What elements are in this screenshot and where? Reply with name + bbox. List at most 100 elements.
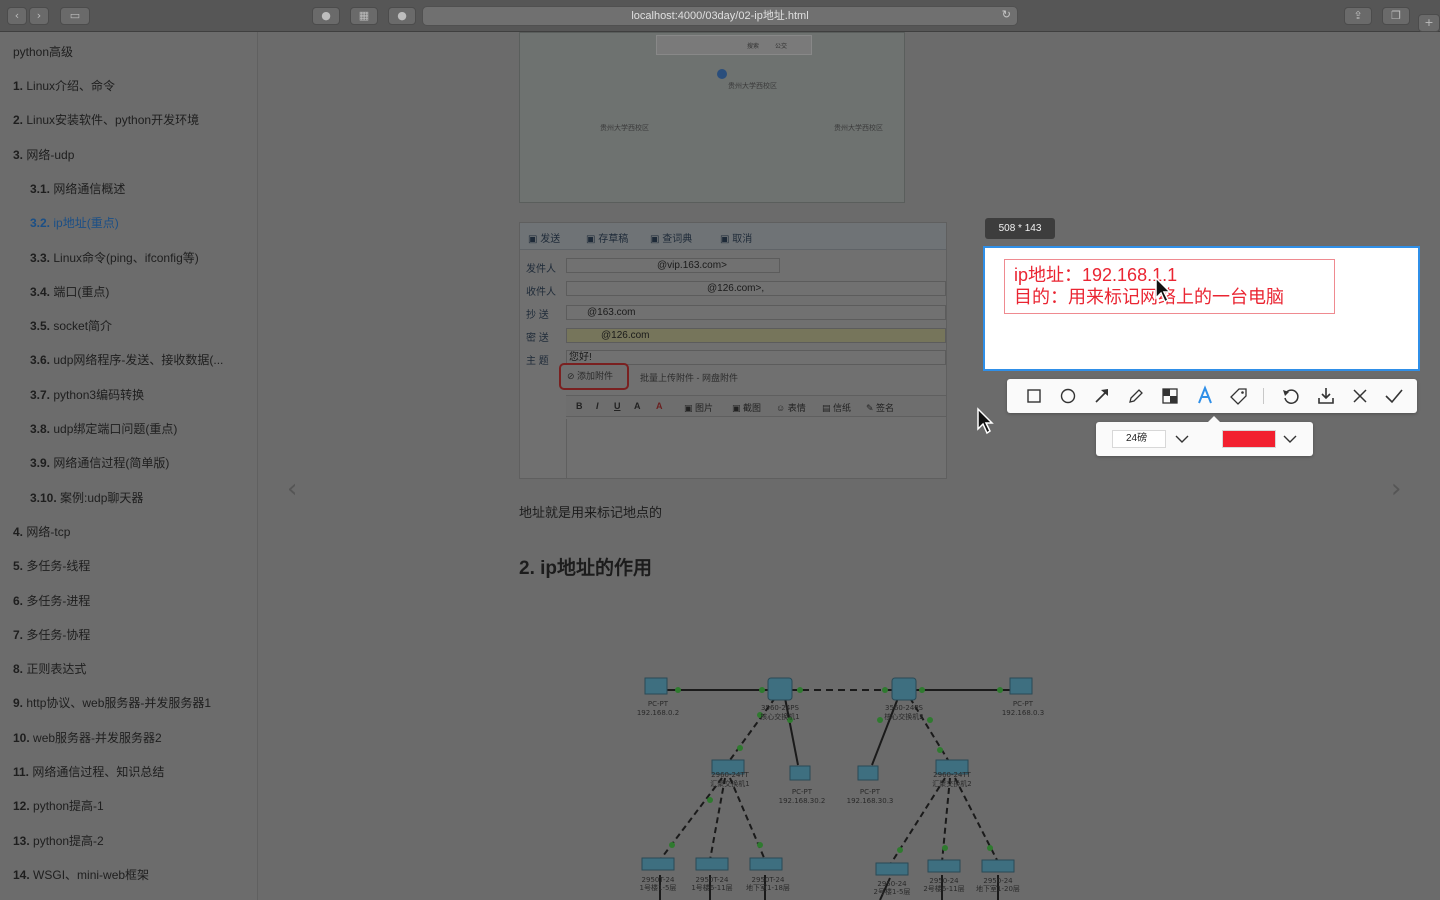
forward-button[interactable]: › xyxy=(29,7,49,25)
back-icon: ‹ xyxy=(14,9,20,22)
sidebar-item[interactable]: 3.2. ip地址(重点) xyxy=(30,214,119,231)
sidebar-item[interactable]: 10. web服务器-并发服务器2 xyxy=(13,729,162,746)
image-tool: ▣ 图片 xyxy=(684,403,714,413)
extension-button-1[interactable]: ● xyxy=(312,7,340,25)
share-button[interactable]: ⇪ xyxy=(1344,7,1372,25)
core-switch-device xyxy=(891,677,917,701)
tabs-button[interactable]: ❐ xyxy=(1382,7,1410,25)
node-label: 2950-24 xyxy=(929,877,959,885)
mail-cc-field: @163.com xyxy=(566,305,946,320)
screenshot-tool: ▣ 截图 xyxy=(732,403,762,413)
mail-cc-label: 抄 送 xyxy=(526,310,549,321)
mail-attach-button: ⊘ 添加附件 xyxy=(559,363,629,390)
node-label: 2960-24TT xyxy=(933,771,971,779)
sidebar-item[interactable]: 3.1. 网络通信概述 xyxy=(30,180,125,197)
sidebar-item[interactable]: 3.6. udp网络程序-发送、接收数据(... xyxy=(30,351,223,368)
access-switch-device xyxy=(749,857,783,871)
extension-button-2[interactable]: ▦ xyxy=(350,7,378,25)
sidebar-title[interactable]: python高级 xyxy=(13,43,73,60)
underline-icon: U xyxy=(614,401,621,411)
node-label: 1号楼6-11层 xyxy=(691,883,732,892)
sidebar-item[interactable]: 3.9. 网络通信过程(简单版) xyxy=(30,454,169,471)
sidebar-item[interactable]: 13. python提高-2 xyxy=(13,832,104,849)
mail-compose-image: ▣ 发送 ▣ 存草稿 ▣ 查词典 ▣ 取消 发件人 @vip.163.com> … xyxy=(519,222,947,479)
node-label: 192.168.30.2 xyxy=(779,797,826,805)
node-label: PC-PT xyxy=(1013,700,1034,708)
node-label: 核心交换机1 xyxy=(760,712,799,721)
map-label: 贵州大学西校区 xyxy=(728,83,777,90)
sidebar-item[interactable]: 6. 多任务-进程 xyxy=(13,592,90,609)
sidebar-item[interactable]: 8. 正则表达式 xyxy=(13,660,86,677)
node-label: 汇聚交换机1 xyxy=(710,779,749,788)
mail-cancel: ▣ 取消 xyxy=(720,234,753,245)
extension-button-3[interactable]: ● xyxy=(388,7,416,25)
sidebar-item[interactable]: 1. Linux介绍、命令 xyxy=(13,77,115,94)
mosaic-icon[interactable] xyxy=(1159,385,1181,407)
link-dot xyxy=(987,845,993,851)
browser-toolbar: ‹ › ▭ ● ▦ ● ≡ localhost:4000/03day/02-ip… xyxy=(0,0,1440,32)
pen-icon[interactable] xyxy=(1125,385,1147,407)
prev-page-icon[interactable]: ‹ xyxy=(287,474,297,504)
node-label: PC-PT xyxy=(860,788,881,796)
capture-region[interactable]: ip地址：192.168.1.1 目的：用来标记网络上的一台电脑 xyxy=(983,246,1420,371)
link-dot xyxy=(919,687,925,693)
access-switch-device xyxy=(927,859,961,873)
sidebar-toggle-button[interactable]: ▭ xyxy=(60,7,90,25)
link-dot xyxy=(927,717,933,723)
arrow-icon[interactable] xyxy=(1091,385,1113,407)
url-text: localhost:4000/03day/02-ip地址.html xyxy=(631,10,809,22)
text-icon[interactable] xyxy=(1194,385,1216,407)
core-switch-device xyxy=(767,677,793,701)
font-size-icon: A xyxy=(634,401,641,411)
mail-bcc-field: @126.com xyxy=(566,328,946,343)
tag-icon[interactable] xyxy=(1228,385,1250,407)
sidebar-item[interactable]: 12. python提高-1 xyxy=(13,797,104,814)
content-paragraph: 地址就是用来标记地点的 xyxy=(519,505,663,520)
link-dot xyxy=(707,797,713,803)
sidebar-item[interactable]: 2. Linux安装软件、python开发环境 xyxy=(13,111,199,128)
sidebar-item[interactable]: 3.4. 端口(重点) xyxy=(30,283,109,300)
sidebar-item[interactable]: 3.3. Linux命令(ping、ifconfig等) xyxy=(30,249,199,266)
pc-device xyxy=(644,677,668,695)
pc-device xyxy=(857,765,879,781)
mail-bcc-label: 密 送 xyxy=(526,333,549,344)
sidebar-item[interactable]: 3.8. udp绑定端口问题(重点) xyxy=(30,420,177,437)
new-tab-button[interactable]: + xyxy=(1418,14,1440,32)
sidebar-item[interactable]: 9. http协议、web服务器-并发服务器1 xyxy=(13,694,211,711)
node-label: PC-PT xyxy=(648,700,669,708)
sidebar-item[interactable]: 3.5. socket简介 xyxy=(30,317,112,334)
reload-icon[interactable]: ↻ xyxy=(1002,8,1011,21)
sidebar-item[interactable]: 14. WSGI、mini-web框架 xyxy=(13,866,149,883)
sidebar-item[interactable]: 4. 网络-tcp xyxy=(13,523,70,540)
address-bar[interactable]: localhost:4000/03day/02-ip地址.html ↻ xyxy=(422,6,1018,26)
rectangle-icon[interactable] xyxy=(1023,385,1045,407)
node-label: 192.168.0.2 xyxy=(637,709,679,717)
annotation-line-1: ip地址：192.168.1.1 xyxy=(1014,265,1178,285)
node-label: 2950T-24 xyxy=(696,876,729,884)
link-dot xyxy=(942,845,948,851)
download-icon[interactable] xyxy=(1315,385,1337,407)
ellipse-icon[interactable] xyxy=(1057,385,1079,407)
node-label: 1号楼1-5层 xyxy=(640,883,677,892)
sidebar-item[interactable]: 7. 多任务-协程 xyxy=(13,626,90,643)
font-size-select[interactable]: 24磅 xyxy=(1112,430,1166,448)
pc-device xyxy=(789,765,811,781)
sidebar-item[interactable]: 3. 网络-udp xyxy=(13,146,74,163)
forward-icon: › xyxy=(36,9,42,22)
color-swatch[interactable] xyxy=(1222,430,1276,448)
next-page-icon[interactable]: › xyxy=(1391,474,1401,504)
access-switch-device xyxy=(875,862,909,876)
mail-editor-divider xyxy=(566,419,567,479)
chevron-down-icon[interactable] xyxy=(1282,431,1298,447)
sidebar-item[interactable]: 5. 多任务-线程 xyxy=(13,557,90,574)
node-label: 2950-24 xyxy=(983,877,1013,885)
chevron-down-icon[interactable] xyxy=(1174,431,1190,447)
node-label: 192.168.30.3 xyxy=(847,797,894,805)
undo-icon[interactable] xyxy=(1280,385,1302,407)
confirm-icon[interactable] xyxy=(1383,385,1405,407)
sidebar-item[interactable]: 3.10. 案例:udp聊天器 xyxy=(30,489,143,506)
sidebar-item[interactable]: 3.7. python3编码转换 xyxy=(30,386,144,403)
sidebar-item[interactable]: 11. 网络通信过程、知识总结 xyxy=(13,763,164,780)
back-button[interactable]: ‹ xyxy=(7,7,27,25)
close-icon[interactable] xyxy=(1349,385,1371,407)
